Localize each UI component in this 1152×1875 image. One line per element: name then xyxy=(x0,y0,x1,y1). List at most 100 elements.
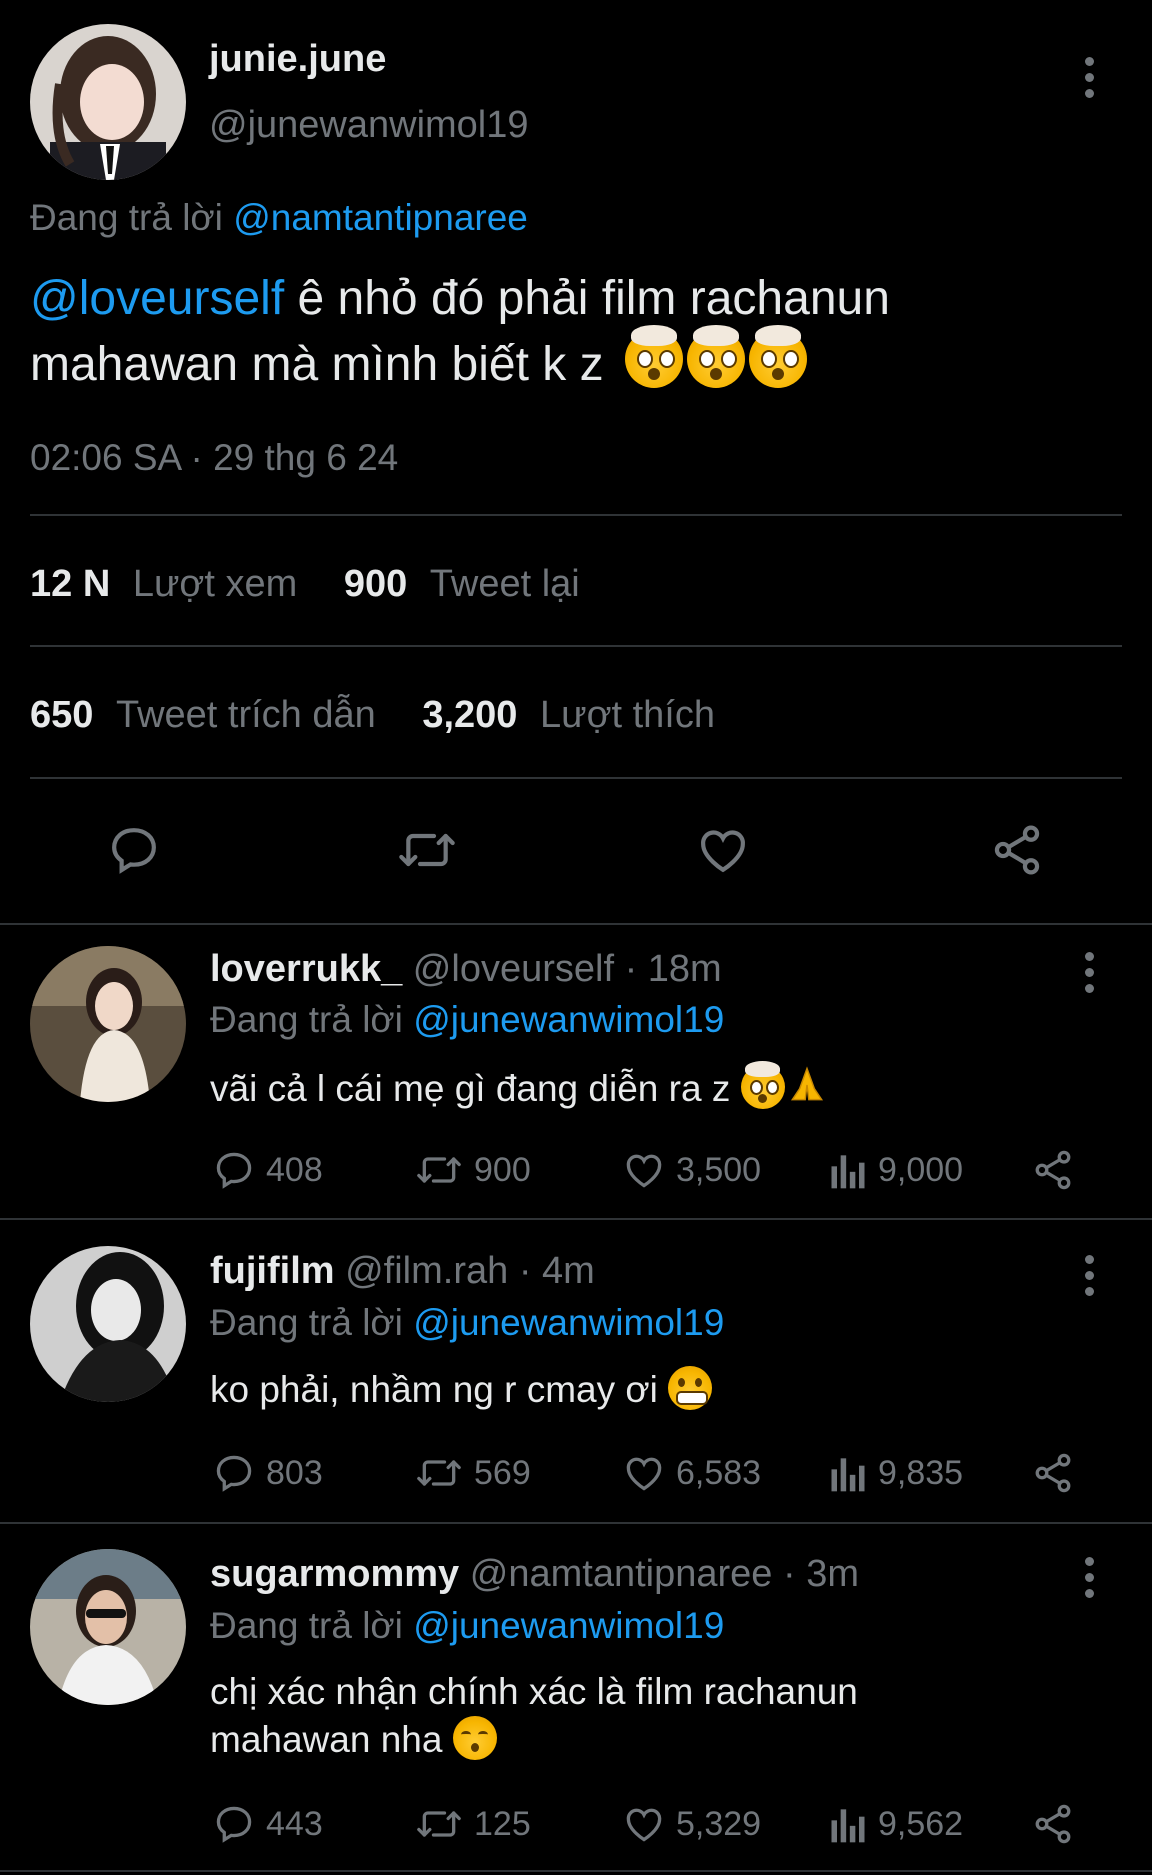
replying-label: Đang trả lời xyxy=(30,197,223,238)
retweet-icon xyxy=(417,1157,461,1183)
replying-label: Đang trả lời xyxy=(210,1302,403,1343)
reply-3-text-line1: chị xác nhận chính xác là film rachanun xyxy=(210,1671,858,1712)
reply-3-reply-count: 443 xyxy=(266,1804,323,1843)
retweet-icon xyxy=(399,833,455,867)
quotes-label[interactable]: Tweet trích dẫn xyxy=(116,694,376,736)
reply-2-share-button[interactable] xyxy=(1030,1451,1076,1495)
reply-3-like-count: 5,329 xyxy=(676,1804,762,1843)
replying-to-link[interactable]: @junewanwimol19 xyxy=(413,999,724,1040)
reply-2-retweet-button[interactable]: 569 xyxy=(414,1451,531,1495)
main-like-button[interactable] xyxy=(694,822,752,883)
share-icon xyxy=(1035,1150,1071,1190)
kebab-menu-icon[interactable] xyxy=(1083,57,1095,98)
reply-2-display-name[interactable]: fujifilm xyxy=(210,1250,335,1292)
quotes-count[interactable]: 650 xyxy=(30,694,93,736)
likes-label[interactable]: Lượt thích xyxy=(540,694,715,736)
reply-1-like-count: 3,500 xyxy=(676,1150,762,1189)
views-count: 12 N xyxy=(30,563,111,605)
reply-3-reply-button[interactable]: 443 xyxy=(212,1802,323,1846)
stats-row-1: 12 N Lượt xem 900 Tweet lại xyxy=(30,563,580,606)
reply-1-reply-button[interactable]: 408 xyxy=(212,1148,323,1192)
reply-1-reply-count: 408 xyxy=(266,1150,323,1189)
views-icon xyxy=(831,1155,865,1189)
reply-1-views-button[interactable]: 9,000 xyxy=(828,1148,963,1192)
reply-1-display-name[interactable]: loverrukk_ xyxy=(210,948,402,990)
exploding-head-emoji-icon xyxy=(748,325,807,388)
replying-label: Đang trả lời xyxy=(210,999,403,1040)
retweet-icon xyxy=(417,1460,461,1486)
likes-count[interactable]: 3,200 xyxy=(422,694,517,736)
main-handle[interactable]: @junewanwimol19 xyxy=(209,104,529,147)
divider xyxy=(0,1870,1152,1872)
reply-icon xyxy=(216,1152,252,1189)
retweets-label[interactable]: Tweet lại xyxy=(430,563,580,605)
reply-1-text: vãi cả l cái mẹ gì đang diễn ra z xyxy=(210,1061,829,1119)
reply-3-share-button[interactable] xyxy=(1030,1802,1076,1846)
like-icon xyxy=(626,1808,662,1842)
like-icon xyxy=(701,830,745,873)
reply-2-text-content: ko phải, nhầm ng r cmay ơi xyxy=(210,1369,658,1410)
reply-2-time: · 4m xyxy=(508,1250,595,1292)
avatar-junie[interactable] xyxy=(30,24,186,180)
retweets-count[interactable]: 900 xyxy=(344,563,407,605)
reply-1-handle[interactable]: @loveurself xyxy=(413,948,614,990)
reply-2-retweet-count: 569 xyxy=(474,1453,531,1492)
views-icon xyxy=(831,1458,865,1492)
main-reply-button[interactable] xyxy=(106,822,162,883)
reply-3-views-button[interactable]: 9,562 xyxy=(828,1802,963,1846)
reply-icon xyxy=(216,1806,252,1843)
reply-3-text-line2: mahawan nha xyxy=(210,1719,443,1760)
main-retweet-button[interactable] xyxy=(396,822,458,883)
tweet-thread: junie.june @junewanwimol19 Đang trả lời … xyxy=(0,0,1152,1875)
reply-3-handle[interactable]: @namtantipnaree xyxy=(470,1553,773,1595)
reply-2-views-button[interactable]: 9,835 xyxy=(828,1451,963,1495)
main-share-button[interactable] xyxy=(988,822,1046,883)
reply-1-replying-line: Đang trả lời @junewanwimol19 xyxy=(210,999,724,1041)
replying-to-link[interactable]: @junewanwimol19 xyxy=(413,1302,724,1343)
reply-1-like-button[interactable]: 3,500 xyxy=(622,1148,761,1192)
kebab-menu-icon[interactable] xyxy=(1083,1557,1095,1598)
folded-hands-emoji-icon xyxy=(785,1063,829,1119)
divider xyxy=(30,777,1122,779)
share-icon xyxy=(994,825,1040,875)
main-timestamp[interactable]: 02:06 SA · 29 thg 6 24 xyxy=(30,437,398,479)
reply-1-share-button[interactable] xyxy=(1030,1148,1076,1192)
grimacing-face-emoji-icon xyxy=(668,1366,713,1410)
reply-3-retweet-button[interactable]: 125 xyxy=(414,1802,531,1846)
divider xyxy=(0,1218,1152,1220)
kebab-menu-icon[interactable] xyxy=(1083,1255,1095,1296)
reply-1-view-count: 9,000 xyxy=(878,1150,964,1189)
reply-3-time: · 3m xyxy=(772,1553,859,1595)
reply-3-text: chị xác nhận chính xác là film rachanun … xyxy=(210,1668,858,1764)
avatar-loverrukk[interactable] xyxy=(30,946,186,1102)
kissing-face-emoji-icon xyxy=(452,1716,497,1760)
avatar-fujifilm[interactable] xyxy=(30,1246,186,1402)
reply-2-view-count: 9,835 xyxy=(878,1453,964,1492)
divider xyxy=(0,923,1152,925)
views-icon xyxy=(831,1809,865,1843)
reply-2-handle[interactable]: @film.rah xyxy=(345,1250,508,1292)
main-display-name[interactable]: junie.june xyxy=(209,38,386,81)
reply-3-display-name[interactable]: sugarmommy xyxy=(210,1553,459,1595)
avatar-sugarmommy[interactable] xyxy=(30,1549,186,1705)
reply-2-reply-count: 803 xyxy=(266,1453,323,1492)
reply-2-text: ko phải, nhầm ng r cmay ơi xyxy=(210,1366,713,1414)
mention-link[interactable]: @loveurself xyxy=(30,272,284,325)
reply-2-replying-line: Đang trả lời @junewanwimol19 xyxy=(210,1302,724,1344)
reply-2-reply-button[interactable]: 803 xyxy=(212,1451,323,1495)
reply-3-like-button[interactable]: 5,329 xyxy=(622,1802,761,1846)
divider xyxy=(0,1522,1152,1524)
kebab-menu-icon[interactable] xyxy=(1083,952,1095,993)
divider xyxy=(30,645,1122,647)
replying-to-link[interactable]: @junewanwimol19 xyxy=(413,1605,724,1646)
reply-3-header: sugarmommy @namtantipnaree · 3m xyxy=(210,1553,859,1596)
replying-to-link[interactable]: @namtantipnaree xyxy=(233,197,528,238)
reply-1-header: loverrukk_ @loveurself · 18m xyxy=(210,948,722,991)
main-replying-line: Đang trả lời @namtantipnaree xyxy=(30,197,528,239)
reply-1-retweet-button[interactable]: 900 xyxy=(414,1148,531,1192)
exploding-head-emoji-icon xyxy=(740,1061,785,1109)
main-text-line1: ê nhỏ đó phải film rachanun xyxy=(284,272,890,325)
reply-2-like-button[interactable]: 6,583 xyxy=(622,1451,761,1495)
reply-1-time: · 18m xyxy=(614,948,722,990)
share-icon xyxy=(1035,1453,1071,1493)
